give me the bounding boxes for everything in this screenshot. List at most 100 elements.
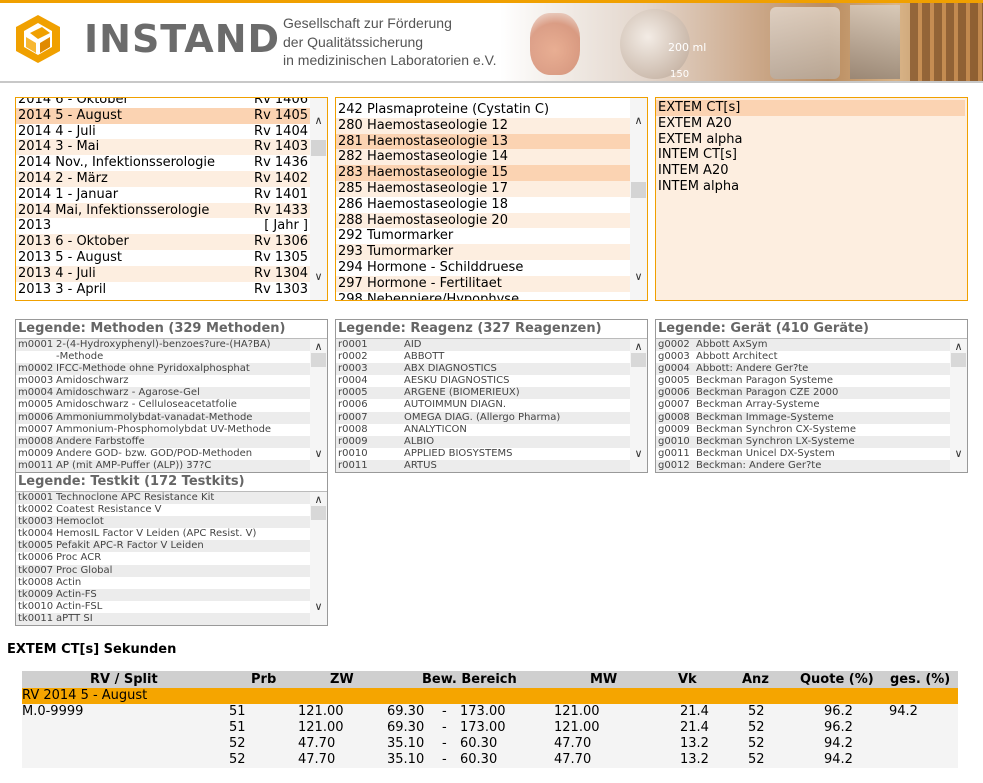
- col-zw[interactable]: ZW: [330, 671, 354, 688]
- scroll-thumb[interactable]: [311, 140, 326, 156]
- cell-zw: 47.70: [298, 752, 336, 767]
- col-mw[interactable]: MW: [590, 671, 617, 688]
- list-item: tk0008 Actin: [16, 577, 327, 589]
- list-item[interactable]: 283 Haemostaseologie 15: [336, 165, 630, 181]
- tagline: Gesellschaft zur Förderung der Qualitäts…: [283, 15, 497, 68]
- list-item[interactable]: 2014 5 - August Rv 1405: [16, 107, 310, 124]
- legend-text: Abbott AxSym: [696, 339, 768, 350]
- list-item[interactable]: INTEM alpha: [656, 179, 965, 195]
- col-anz[interactable]: Anz: [742, 671, 769, 688]
- scroll-down-icon[interactable]: ∨: [630, 268, 647, 285]
- scroll-thumb[interactable]: [951, 353, 966, 367]
- list-item[interactable]: 2013 4 - Juli Rv 1304: [16, 265, 310, 282]
- list-item[interactable]: 2014 Nov., Infektionsserologie Rv 1436: [16, 155, 310, 171]
- scroll-down-icon[interactable]: ∨: [310, 599, 327, 615]
- legend-scrollbar[interactable]: ∧ ∨: [310, 492, 327, 625]
- programs-listbox[interactable]: 242 Plasmaproteine (Cystatin C) 280 Haemo…: [335, 97, 648, 301]
- list-item[interactable]: 2014 4 - Juli Rv 1404: [16, 124, 310, 140]
- list-item[interactable]: 2013 3 - April Rv 1303: [16, 282, 310, 298]
- scroll-thumb[interactable]: [631, 353, 646, 367]
- col-ges[interactable]: ges. (%): [890, 671, 950, 688]
- round-label: 2013 4 - Juli: [18, 265, 96, 281]
- programs-scrollbar[interactable]: ∧ ∨: [630, 98, 647, 300]
- list-item: r0002 ABBOTT: [336, 351, 647, 363]
- list-item[interactable]: 2014 Mai, Infektionsserologie Rv 1433: [16, 202, 310, 219]
- round-label: 2013 5 - August: [18, 249, 122, 265]
- list-item[interactable]: 282 Haemostaseologie 14: [336, 149, 630, 166]
- legend-text: Andere Farbstoffe: [56, 435, 145, 447]
- legend-scrollbar[interactable]: ∧ ∨: [310, 339, 327, 472]
- legend-scrollbar[interactable]: ∧ ∨: [950, 339, 967, 472]
- legend-text: Actin: [56, 576, 82, 588]
- scroll-up-icon[interactable]: ∧: [310, 112, 327, 129]
- list-item: m0003 Amidoschwarz: [16, 375, 327, 387]
- legend-text: Abbott: Andere Ger?te: [696, 363, 809, 375]
- legend-code: g0010: [658, 435, 690, 447]
- scroll-thumb[interactable]: [311, 353, 326, 367]
- list-item[interactable]: 288 Haemostaseologie 20: [336, 212, 630, 229]
- cell-anz: 52: [748, 704, 765, 719]
- scroll-thumb[interactable]: [631, 182, 646, 198]
- cell-hi: 60.30: [460, 752, 498, 767]
- col-vk[interactable]: Vk: [678, 671, 697, 688]
- list-item[interactable]: 294 Hormone - Schilddruese: [336, 260, 630, 276]
- legend-text: Beckman Synchron CX-Systeme: [696, 423, 857, 435]
- legend-text: AID: [404, 339, 422, 350]
- analytes-listbox[interactable]: EXTEM CT[s] EXTEM A20 EXTEM alpha INTEM CT[…: [655, 97, 968, 301]
- legend-scrollbar[interactable]: ∧ ∨: [630, 339, 647, 472]
- legend-text: Proc Global: [56, 564, 113, 576]
- legend-code: r0006: [338, 399, 368, 411]
- list-item: r0010 APPLIED BIOSYSTEMS: [336, 448, 647, 460]
- list-item[interactable]: EXTEM alpha: [656, 132, 965, 148]
- list-item[interactable]: 298 Nebenniere/Hypophyse: [336, 292, 630, 300]
- col-prb[interactable]: Prb: [251, 671, 276, 688]
- list-item[interactable]: 242 Plasmaproteine (Cystatin C): [336, 102, 630, 118]
- col-quote[interactable]: Quote (%): [800, 671, 874, 688]
- col-range[interactable]: Bew. Bereich: [422, 671, 517, 688]
- list-item[interactable]: 2014 6 - Oktober Rv 1406: [16, 98, 310, 108]
- legend-text: ARTUS: [404, 459, 437, 471]
- list-item[interactable]: 2014 3 - Mai Rv 1403: [16, 139, 310, 156]
- rounds-listbox[interactable]: 2014 6 - Oktober Rv 1406 2014 5 - August Rv…: [15, 97, 328, 301]
- legend-text: Beckman Immage-Systeme: [696, 411, 834, 423]
- list-item[interactable]: 281 Haemostaseologie 13: [336, 133, 630, 150]
- list-item[interactable]: INTEM A20: [656, 163, 965, 179]
- legend-text: IFCC-Methode ohne Pyridoxalphosphat: [56, 363, 250, 375]
- cell-lo: 35.10: [387, 752, 425, 767]
- list-item[interactable]: EXTEM CT[s]: [656, 100, 965, 116]
- scroll-down-icon[interactable]: ∨: [950, 446, 967, 462]
- legend-code: g0012: [658, 459, 690, 471]
- list-item[interactable]: 297 Hormone - Fertilitaet: [336, 275, 630, 292]
- list-item[interactable]: 2013 5 - August Rv 1305: [16, 250, 310, 266]
- list-item[interactable]: EXTEM A20: [656, 116, 965, 132]
- list-item: r0006 AUTOIMMUN DIAGN.: [336, 399, 647, 411]
- legend-code: r0005: [338, 387, 368, 399]
- list-item[interactable]: 2014 2 - März Rv 1402: [16, 170, 310, 187]
- scroll-down-icon[interactable]: ∨: [310, 446, 327, 462]
- table-row: 52 47.70 35.10 -60.30 47.70 13.2 52 94.2: [22, 752, 958, 768]
- list-item[interactable]: 292 Tumormarker: [336, 228, 630, 244]
- cell-zw: 121.00: [298, 720, 344, 735]
- cell-anz: 52: [748, 752, 765, 767]
- cell-sep: -: [442, 720, 447, 735]
- list-item[interactable]: 293 Tumormarker: [336, 244, 630, 260]
- scroll-down-icon[interactable]: ∨: [310, 268, 327, 285]
- scroll-up-icon[interactable]: ∧: [630, 112, 647, 129]
- legend-text: Amidoschwarz - Agarose-Gel: [56, 387, 200, 399]
- list-item[interactable]: 2014 1 - Januar Rv 1401: [16, 187, 310, 203]
- col-rv-split[interactable]: RV / Split: [90, 671, 158, 688]
- round-code: Rv 1436: [254, 155, 308, 171]
- list-item: tk0001 Technoclone APC Resistance Kit: [16, 492, 327, 505]
- list-item[interactable]: INTEM CT[s]: [656, 147, 965, 163]
- group-row: RV 2014 5 - August: [22, 688, 958, 704]
- cell-hi: 173.00: [460, 720, 506, 735]
- rounds-scrollbar[interactable]: ∧ ∨: [310, 98, 327, 300]
- cell-quote: 94.2: [824, 736, 853, 751]
- list-item[interactable]: 2013 [ Jahr ]: [16, 218, 310, 234]
- scroll-thumb[interactable]: [311, 506, 326, 520]
- list-item[interactable]: 280 Haemostaseologie 12: [336, 117, 630, 134]
- scroll-down-icon[interactable]: ∨: [630, 446, 647, 462]
- list-item[interactable]: 286 Haemostaseologie 18: [336, 197, 630, 213]
- list-item[interactable]: 285 Haemostaseologie 17: [336, 180, 630, 197]
- list-item[interactable]: 2013 6 - Oktober Rv 1306: [16, 234, 310, 250]
